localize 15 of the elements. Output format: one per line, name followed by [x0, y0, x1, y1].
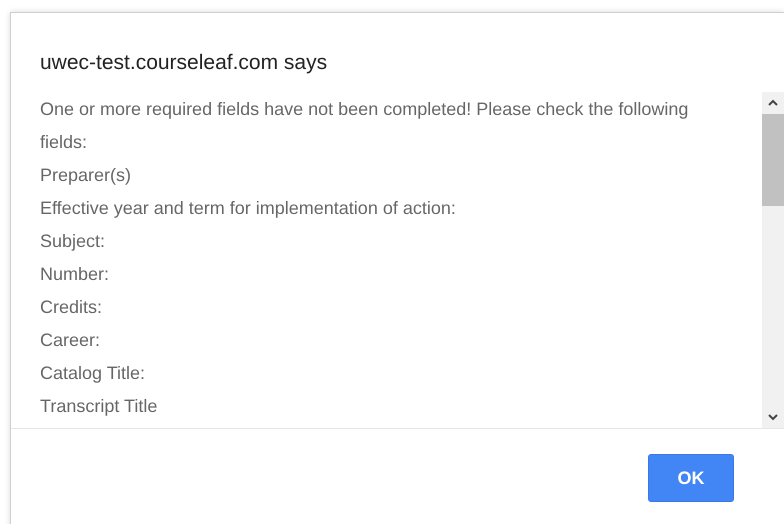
scrollbar[interactable] [762, 92, 784, 428]
message-line: Transcript Title [40, 395, 158, 418]
message-line: Career: [40, 329, 102, 352]
message-line: Catalog Title: [40, 362, 146, 385]
message-line: One or more required fields have not been completed! Please check the following fields: [40, 98, 690, 154]
scroll-thumb[interactable] [762, 114, 784, 206]
message-line: Preparer(s) [40, 164, 132, 187]
message-line: Subject: [40, 230, 106, 253]
ok-button[interactable]: OK [648, 454, 734, 502]
message-line: Number: [40, 263, 110, 286]
scroll-down-icon[interactable] [767, 412, 779, 422]
scroll-up-icon[interactable] [767, 98, 779, 108]
message-line: Credits: [40, 296, 104, 319]
message-line: Effective year and term for implementation of action: [40, 197, 457, 220]
dialog-title: uwec-test.courseleaf.com says [39, 50, 328, 76]
